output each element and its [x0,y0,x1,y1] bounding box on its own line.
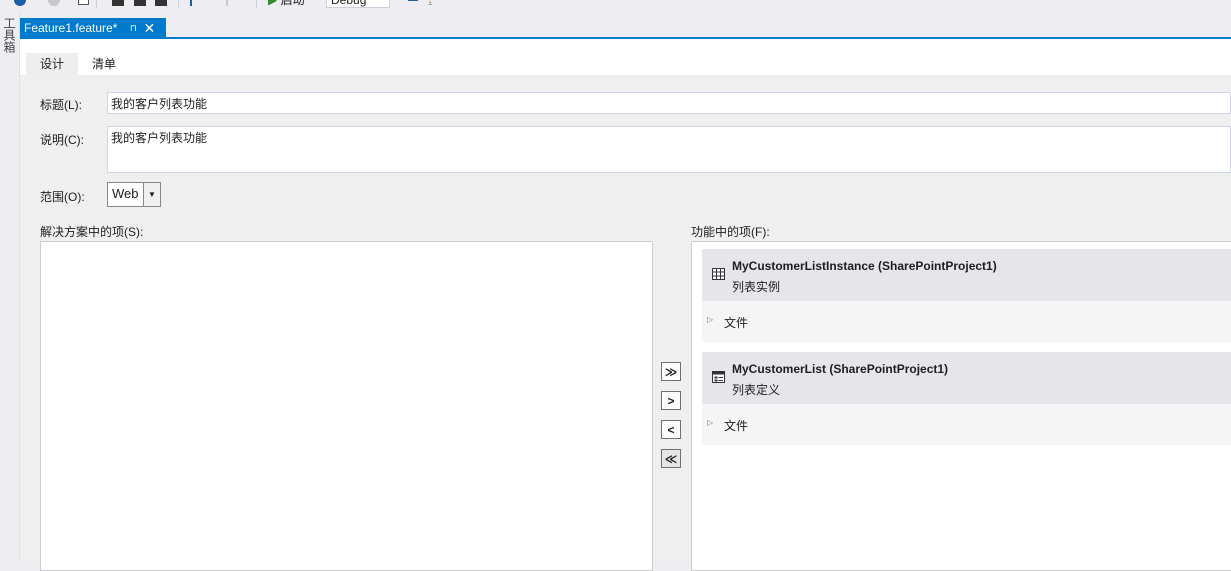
chevron-down-icon[interactable]: ▼ [143,183,160,206]
forward-icon[interactable] [48,0,60,6]
feature-item-header[interactable]: MyCustomerList (SharePointProject1) 列表定义 [702,352,1231,404]
solution-items-label: 解决方案中的项(S): [40,225,144,239]
table-icon [712,268,725,280]
back-icon[interactable] [14,0,26,6]
toolbar-separator [178,0,179,8]
solution-items-list[interactable] [40,241,653,571]
open-icon[interactable] [112,0,124,6]
feature-items-label: 功能中的项(F): [691,225,770,239]
description-label: 说明(C): [40,133,84,147]
expand-triangle-icon[interactable]: ▷ [707,315,713,324]
new-file-icon[interactable] [78,0,89,5]
feature-item[interactable]: MyCustomerListInstance (SharePointProjec… [702,249,1231,342]
feature-item-header[interactable]: MyCustomerListInstance (SharePointProjec… [702,249,1231,301]
save-all-icon[interactable] [155,0,167,6]
form-area: 标题(L): 我的客户列表功能 说明(C): 我的客户列表功能 范围(O): W… [20,75,1231,571]
feature-item-subtitle: 列表定义 [732,383,781,397]
files-label: 文件 [724,419,749,433]
toolbar: ▶ 启动 Debug ⩡ [0,0,1231,11]
feature-item-title: MyCustomerListInstance (SharePointProjec… [732,259,997,273]
start-label: 启动 [280,0,305,7]
tab-design[interactable]: 设计 [26,53,79,75]
toolbox-strip[interactable]: 工具箱 [0,11,20,561]
expand-triangle-icon[interactable]: ▷ [707,418,713,427]
remove-all-button[interactable]: ≪ [661,449,681,468]
play-icon: ▶ [268,0,278,7]
document-tab[interactable]: Feature1.feature* ⊓ ✕ [20,18,166,38]
remove-button[interactable]: < [661,420,681,439]
list-definition-icon [712,371,725,383]
document-tab-title: Feature1.feature* [24,21,118,35]
feature-item-files[interactable]: ▷ 文件 [702,301,1231,342]
redo-icon[interactable] [226,0,234,6]
description-input[interactable]: 我的客户列表功能 [107,126,1231,173]
attach-icon[interactable] [408,0,418,7]
title-label: 标题(L): [40,98,83,112]
feature-item[interactable]: MyCustomerList (SharePointProject1) 列表定义… [702,352,1231,445]
toolbar-separator [256,0,257,8]
tab-manifest[interactable]: 清单 [78,53,130,75]
scope-label: 范围(O): [40,190,85,204]
toolbar-separator [96,0,97,8]
files-label: 文件 [724,316,749,330]
add-all-button[interactable]: ≫ [661,362,681,381]
solution-configuration-select[interactable]: Debug [326,0,390,8]
start-button[interactable]: ▶ 启动 [268,0,305,8]
scope-select[interactable]: Web ▼ [107,182,161,207]
feature-designer: 设计 清单 标题(L): 我的客户列表功能 说明(C): 我的客户列表功能 范围… [20,39,1231,571]
toolbox-label[interactable]: 工具箱 [1,17,18,53]
toolbar-overflow-icon[interactable]: ⩡ [428,0,440,11]
feature-item-files[interactable]: ▷ 文件 [702,404,1231,445]
close-icon[interactable]: ✕ [143,21,156,35]
undo-icon[interactable] [190,0,198,6]
add-button[interactable]: > [661,391,681,410]
scope-select-value: Web [112,186,139,201]
save-icon[interactable] [134,0,146,6]
pin-icon[interactable]: ⊓ [128,23,138,34]
feature-item-title: MyCustomerList (SharePointProject1) [732,362,949,376]
title-input[interactable]: 我的客户列表功能 [107,92,1231,114]
designer-tabs: 设计 清单 [26,53,130,75]
feature-item-subtitle: 列表实例 [732,280,781,294]
